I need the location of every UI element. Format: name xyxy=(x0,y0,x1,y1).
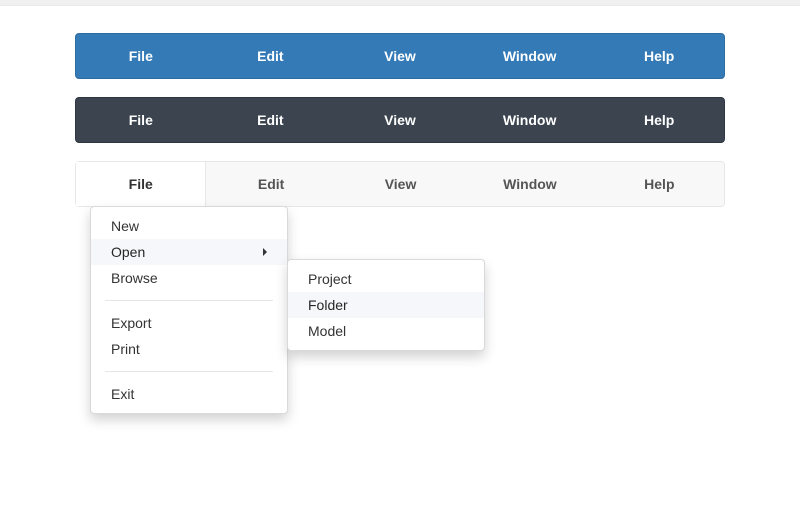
menubar-default: File Edit View Window Help New Open Brow… xyxy=(75,161,725,207)
open-submenu-project[interactable]: Project xyxy=(288,266,484,292)
file-menu-print[interactable]: Print xyxy=(91,336,287,362)
menubar-inverse-help[interactable]: Help xyxy=(594,98,724,142)
menubar-primary-window[interactable]: Window xyxy=(465,34,595,78)
menubar-default-window[interactable]: Window xyxy=(465,162,594,206)
open-submenu-folder[interactable]: Folder xyxy=(288,292,484,318)
menubar-default-help[interactable]: Help xyxy=(595,162,724,206)
menubar-default-edit[interactable]: Edit xyxy=(206,162,335,206)
file-menu-exit[interactable]: Exit xyxy=(91,381,287,407)
open-submenu-model[interactable]: Model xyxy=(288,318,484,344)
menubar-primary: File Edit View Window Help xyxy=(75,33,725,79)
menubar-inverse-edit[interactable]: Edit xyxy=(206,98,336,142)
caret-right-icon xyxy=(263,248,267,256)
menubar-default-view[interactable]: View xyxy=(336,162,465,206)
menubar-primary-help[interactable]: Help xyxy=(594,34,724,78)
menubar-primary-view[interactable]: View xyxy=(335,34,465,78)
menubar-inverse-window[interactable]: Window xyxy=(465,98,595,142)
file-menu-new[interactable]: New xyxy=(91,213,287,239)
menubar-inverse: File Edit View Window Help xyxy=(75,97,725,143)
file-menu-browse[interactable]: Browse xyxy=(91,265,287,291)
menubar-primary-file[interactable]: File xyxy=(76,34,206,78)
file-menu-open-label: Open xyxy=(111,244,145,260)
file-menu-open[interactable]: Open xyxy=(91,239,287,265)
menubar-inverse-view[interactable]: View xyxy=(335,98,465,142)
file-dropdown: New Open Browse Export Print Exit xyxy=(90,206,288,414)
divider xyxy=(105,300,273,301)
file-menu-export[interactable]: Export xyxy=(91,310,287,336)
menubar-inverse-file[interactable]: File xyxy=(76,98,206,142)
menubar-default-file[interactable]: File xyxy=(76,162,206,206)
menubar-primary-edit[interactable]: Edit xyxy=(206,34,336,78)
divider xyxy=(105,371,273,372)
container: File Edit View Window Help File Edit Vie… xyxy=(75,33,725,207)
open-submenu: Project Folder Model xyxy=(287,259,485,351)
top-strip xyxy=(0,0,800,6)
